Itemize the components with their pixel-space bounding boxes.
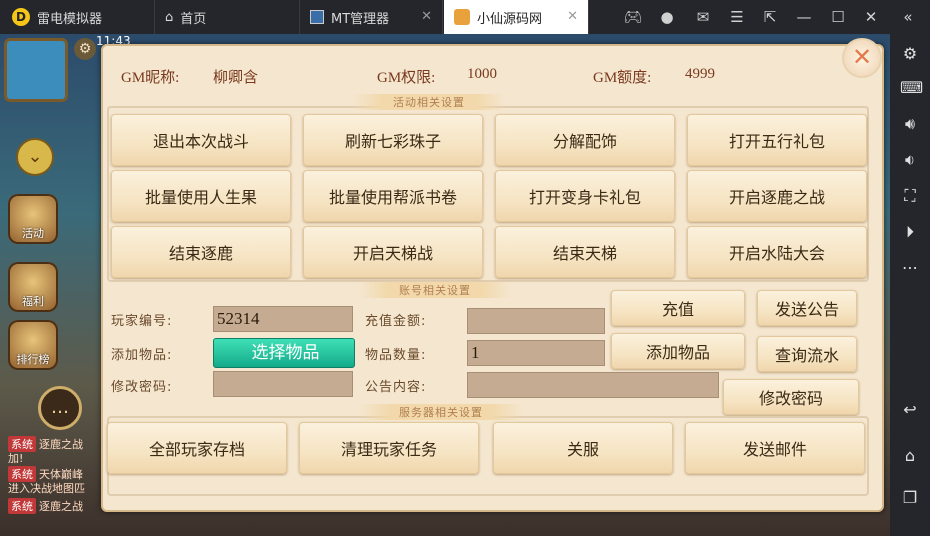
chat-line: 进入决战地图匹 — [8, 482, 85, 495]
start-ladder-button[interactable]: 开启天梯战 — [303, 226, 483, 278]
ranking-button[interactable]: 排行榜 — [8, 320, 58, 370]
more-icon[interactable]: ⋯ — [900, 258, 920, 278]
minimize-icon[interactable]: — — [794, 7, 814, 27]
decompose-accessory-button[interactable]: 分解配饰 — [495, 114, 675, 166]
tab-label: 首页 — [180, 11, 207, 27]
keyboard-icon[interactable]: ⌨ — [900, 78, 923, 98]
player-id-input[interactable]: 52314 — [213, 306, 353, 332]
popout-icon[interactable]: ⇱ — [760, 7, 780, 27]
gm-panel: GM昵称: 柳卿含 GM权限: 1000 GM额度: 4999 活动相关设置 退… — [101, 44, 884, 512]
notice-content-label: 公告内容: — [365, 380, 427, 395]
emulator-title-bar: D 雷电模拟器 ⌂ 首页 MT管理器 ✕ 小仙源码网 ✕ 🎮︎ ● ✉ ☰ ⇱ … — [0, 0, 930, 34]
query-log-button[interactable]: 查询流水 — [757, 336, 857, 372]
activity-button[interactable]: 活动 — [8, 194, 58, 244]
chat-line: 系统 逐鹿之战 — [8, 498, 83, 514]
app-title: D 雷电模拟器 — [0, 0, 155, 34]
menu-icon[interactable]: ☰ — [727, 7, 747, 27]
tab-label: MT管理器 — [331, 11, 390, 27]
exit-battle-button[interactable]: 退出本次战斗 — [111, 114, 291, 166]
gm-quota: 4999 — [685, 66, 715, 82]
record-icon[interactable]: ⏵ — [900, 222, 920, 242]
close-window-icon[interactable]: ✕ — [861, 7, 881, 27]
recharge-button[interactable]: 充值 — [611, 290, 745, 326]
batch-use-fruit-button[interactable]: 批量使用人生果 — [111, 170, 291, 222]
recharge-amount-label: 充值金额: — [365, 314, 427, 329]
app-name: 雷电模拟器 — [37, 11, 103, 27]
change-password-input[interactable] — [213, 371, 353, 397]
send-notice-button[interactable]: 发送公告 — [757, 290, 857, 326]
mt-manager-icon — [310, 10, 324, 24]
tab-label: 小仙源码网 — [477, 11, 543, 27]
shutdown-server-button[interactable]: 关服 — [493, 422, 673, 474]
welfare-button[interactable]: 福利 — [8, 262, 58, 312]
notice-content-input[interactable] — [467, 372, 719, 398]
end-zhulu-button[interactable]: 结束逐鹿 — [111, 226, 291, 278]
choose-item-button[interactable]: 选择物品 — [213, 338, 355, 368]
gm-permission: 1000 — [467, 66, 497, 82]
item-quantity-input[interactable]: 1 — [467, 340, 605, 366]
tab-xiaoxian[interactable]: 小仙源码网 ✕ — [444, 0, 589, 34]
gamepad-icon[interactable]: 🎮︎ — [623, 7, 643, 27]
account-icon[interactable]: ● — [657, 7, 677, 27]
start-zhulu-button[interactable]: 开启逐鹿之战 — [687, 170, 867, 222]
batch-use-scroll-button[interactable]: 批量使用帮派书卷 — [303, 170, 483, 222]
collapse-sidebar-icon[interactable]: « — [898, 7, 918, 27]
change-password-button[interactable]: 修改密码 — [723, 379, 859, 415]
recharge-amount-input[interactable] — [467, 308, 605, 334]
close-tab-icon[interactable]: ✕ — [567, 9, 578, 24]
change-password-label: 修改密码: — [111, 380, 173, 395]
back-icon[interactable]: ↩ — [900, 400, 920, 420]
save-all-players-button[interactable]: 全部玩家存档 — [107, 422, 287, 474]
gm-quota-label: GM额度: — [593, 70, 652, 86]
activity-label: 活动 — [22, 227, 44, 240]
send-mail-button[interactable]: 发送邮件 — [685, 422, 865, 474]
volume-up-icon[interactable]: 🔊︎ — [900, 114, 920, 134]
clear-player-tasks-button[interactable]: 清理玩家任务 — [299, 422, 479, 474]
item-quantity-label: 物品数量: — [365, 348, 427, 363]
gm-nickname: 柳卿含 — [213, 70, 259, 86]
home-nav-icon[interactable]: ⌂ — [900, 446, 920, 466]
gm-permission-label: GM权限: — [377, 70, 436, 86]
close-tab-icon[interactable]: ✕ — [421, 9, 432, 24]
home-icon: ⌂ — [165, 9, 174, 25]
screenshot-icon[interactable]: ⛶ — [900, 186, 920, 206]
gm-nickname-label: GM昵称: — [121, 70, 180, 86]
open-transform-pack-button[interactable]: 打开变身卡礼包 — [495, 170, 675, 222]
game-icon — [454, 9, 470, 25]
map-icon[interactable] — [4, 38, 68, 102]
welfare-label: 福利 — [22, 295, 44, 308]
chat-bubble-icon[interactable]: … — [38, 386, 82, 430]
settings-icon[interactable]: ⚙ — [900, 44, 920, 64]
mail-icon[interactable]: ✉ — [693, 7, 713, 27]
ranking-label: 排行榜 — [16, 353, 50, 366]
add-item-button[interactable]: 添加物品 — [611, 333, 745, 369]
close-panel-button[interactable]: ✕ — [842, 38, 882, 78]
close-icon: ✕ — [851, 43, 873, 71]
server-section-title: 服务器相关设置 — [359, 404, 523, 420]
account-section-title: 账号相关设置 — [359, 282, 511, 298]
volume-down-icon[interactable]: 🔉︎ — [900, 150, 920, 170]
chat-line: 加! — [8, 452, 24, 465]
maximize-icon[interactable]: ☐ — [828, 7, 848, 27]
open-wuxing-pack-button[interactable]: 打开五行礼包 — [687, 114, 867, 166]
settings-gear-icon[interactable]: ⚙ — [74, 38, 96, 60]
emulator-side-toolbar: ⚙ ⌨ 🔊︎ 🔉︎ ⛶ ⏵ ⋯ ↩ ⌂ ❐ — [890, 34, 930, 536]
collapse-chevron-icon[interactable]: ⌄ — [16, 138, 54, 176]
tab-home[interactable]: ⌂ 首页 — [155, 0, 300, 34]
ldplayer-logo-icon: D — [12, 8, 30, 26]
recent-apps-icon[interactable]: ❐ — [900, 488, 920, 508]
player-id-label: 玩家编号: — [111, 314, 173, 329]
add-item-label: 添加物品: — [111, 348, 173, 363]
start-shuilu-button[interactable]: 开启水陆大会 — [687, 226, 867, 278]
refresh-pearls-button[interactable]: 刷新七彩珠子 — [303, 114, 483, 166]
activity-section-title: 活动相关设置 — [353, 94, 505, 110]
end-ladder-button[interactable]: 结束天梯 — [495, 226, 675, 278]
tab-mt-manager[interactable]: MT管理器 ✕ — [300, 0, 443, 34]
